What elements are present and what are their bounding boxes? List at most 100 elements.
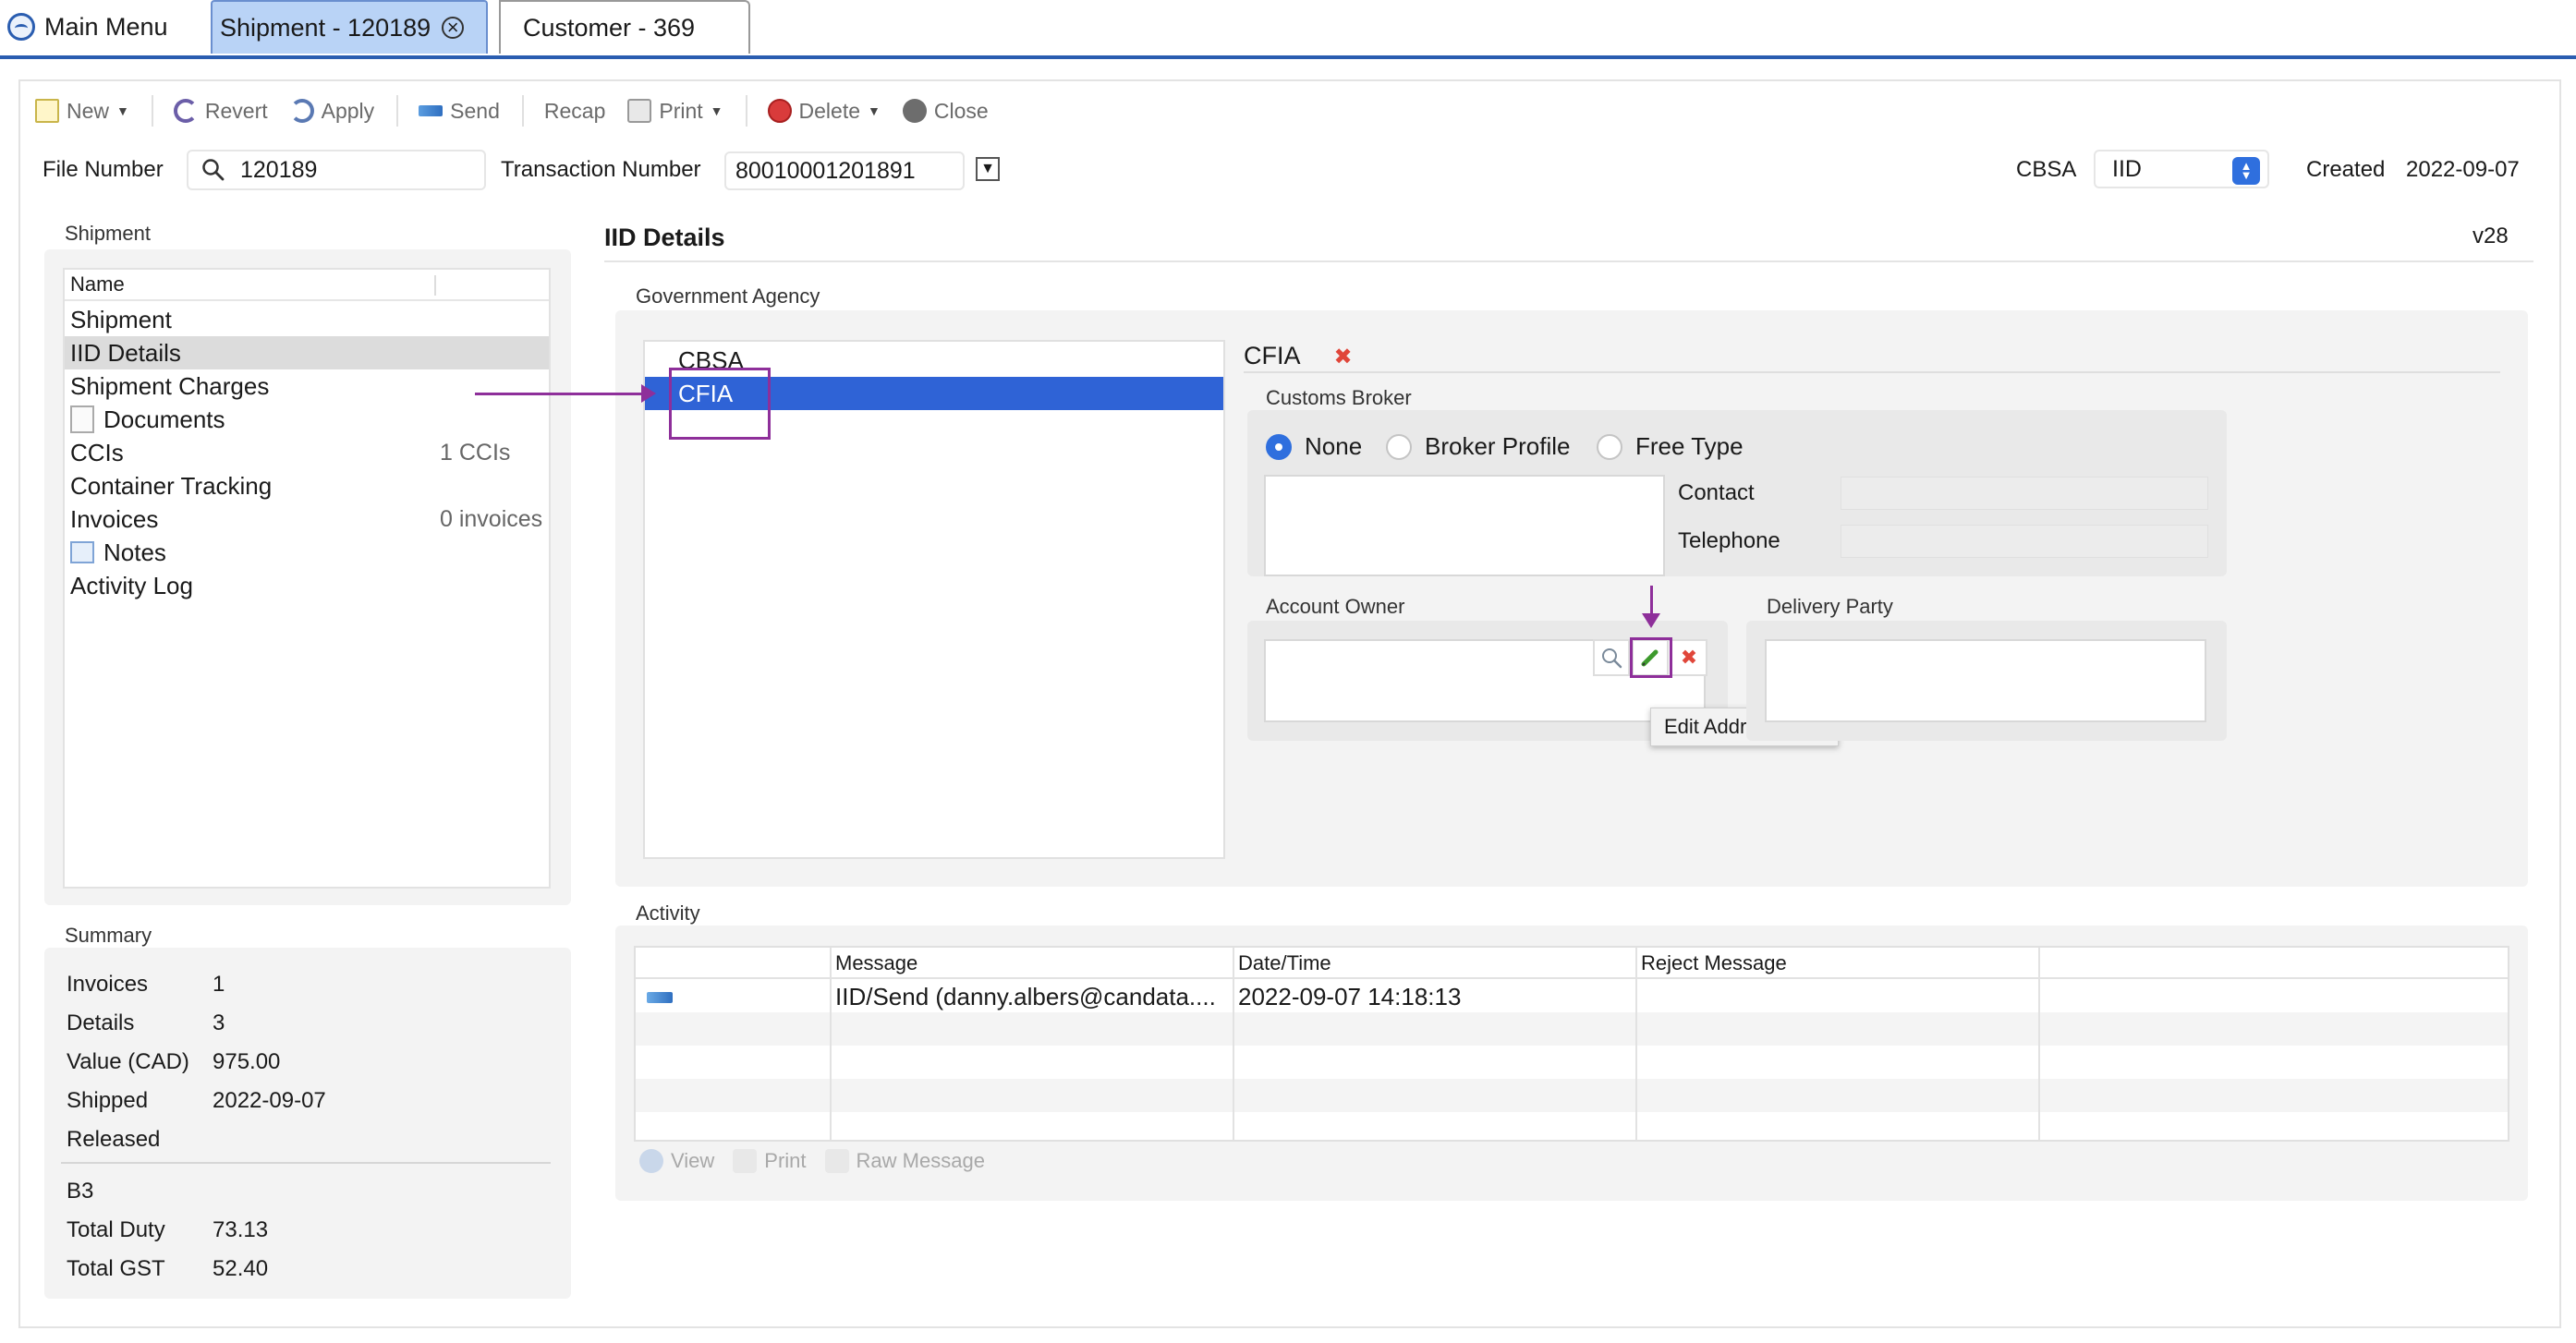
column-divider — [1635, 948, 1637, 1140]
column-divider — [2038, 948, 2040, 1140]
radio-unselected-icon — [1386, 433, 1412, 460]
table-header-cell: Reject Message — [1641, 951, 1787, 974]
apply-button[interactable]: Apply — [289, 98, 375, 124]
summary-row: Total Duty 73.13 — [67, 1217, 268, 1243]
file-number-label: File Number — [43, 157, 164, 182]
nav-item-iid-details[interactable]: IID Details — [65, 336, 549, 369]
radio-selected-icon — [1266, 433, 1292, 460]
print-activity-button[interactable]: Print — [733, 1149, 807, 1173]
send-button[interactable]: Send — [419, 99, 500, 124]
recap-button[interactable]: Recap — [544, 99, 605, 124]
close-button-label: Close — [933, 98, 989, 123]
new-button[interactable]: New ▼ — [35, 99, 129, 124]
shipment-section-title: Shipment — [65, 222, 151, 245]
radio-label: Free Type — [1635, 432, 1744, 460]
summary-row: Total GST 52.40 — [67, 1256, 268, 1282]
remove-agency-icon[interactable]: ✖ — [1334, 345, 1353, 369]
view-button[interactable]: View — [639, 1149, 714, 1173]
summary-value: 52.40 — [213, 1256, 269, 1281]
tab-shipment-label: Shipment - 120189 — [220, 13, 431, 42]
clear-address-icon[interactable]: ✖ — [1671, 639, 1707, 676]
nav-item-invoices[interactable]: Invoices 0 invoices — [65, 502, 549, 536]
nav-item-shipment-charges[interactable]: Shipment Charges — [65, 369, 549, 403]
tab-main-menu-label: Main Menu — [44, 12, 168, 41]
printer-icon — [733, 1149, 758, 1173]
print-button[interactable]: Print ▼ — [627, 99, 723, 124]
send-button-label: Send — [450, 98, 500, 123]
radio-unselected-icon — [1597, 433, 1622, 460]
delivery-party-address-box[interactable] — [1765, 639, 2206, 722]
created-value: 2022-09-07 — [2406, 157, 2520, 182]
created-label: Created — [2306, 157, 2386, 182]
summary-divider — [61, 1162, 551, 1164]
nav-item-notes[interactable]: Notes — [65, 536, 549, 569]
broker-address-box[interactable] — [1264, 475, 1665, 576]
info-icon — [639, 1149, 663, 1173]
tab-customer[interactable]: Customer - 369 — [499, 0, 750, 54]
tab-main-menu[interactable]: Main Menu — [0, 0, 205, 54]
column-divider — [434, 275, 436, 296]
nav-item-label: CCIs — [70, 438, 124, 466]
broker-radio-free-type[interactable]: Free Type — [1597, 432, 1744, 461]
summary-label: B3 — [67, 1179, 94, 1204]
nav-item-count: 1 CCIs — [440, 439, 511, 466]
chevron-down-icon[interactable]: ▼ — [711, 103, 723, 118]
tab-bar: Main Menu Shipment - 120189 × Customer -… — [0, 0, 2576, 59]
summary-label: Details — [67, 1010, 135, 1035]
close-tab-icon[interactable]: × — [442, 17, 465, 39]
file-number-field[interactable]: 120189 — [187, 150, 486, 190]
delivery-party-title: Delivery Party — [1767, 595, 1893, 618]
app-logo-icon — [7, 13, 35, 41]
table-row — [636, 1046, 2508, 1079]
nav-item-activity-log[interactable]: Activity Log — [65, 569, 549, 602]
nav-column-name: Name — [70, 272, 125, 296]
table-header-cell: Message — [835, 951, 918, 974]
column-divider — [830, 948, 832, 1140]
account-owner-title: Account Owner — [1266, 595, 1405, 618]
table-row — [636, 1012, 2508, 1046]
agency-select[interactable]: IID ▲ ▼ — [2094, 150, 2269, 188]
nav-item-shipment[interactable]: Shipment — [65, 303, 549, 336]
revert-button[interactable]: Revert — [173, 99, 268, 124]
summary-row: Released — [67, 1127, 160, 1153]
transaction-number-field[interactable]: 80010001201891 — [724, 151, 965, 190]
apply-icon — [289, 99, 314, 123]
document-icon — [70, 405, 94, 433]
nav-item-container-tracking[interactable]: Container Tracking — [65, 469, 549, 502]
tab-shipment[interactable]: Shipment - 120189 × — [211, 0, 488, 54]
summary-row: Shipped 2022-09-07 — [67, 1088, 326, 1114]
toolbar-divider — [521, 95, 524, 127]
cfia-divider — [1244, 371, 2500, 373]
table-header-cell: Date/Time — [1238, 951, 1331, 974]
raw-message-button[interactable]: Raw Message — [824, 1149, 985, 1173]
broker-radio-profile[interactable]: Broker Profile — [1386, 432, 1571, 461]
close-button[interactable]: Close — [902, 98, 989, 124]
radio-label: None — [1305, 432, 1363, 460]
nav-item-documents[interactable]: Documents — [65, 403, 549, 436]
chevron-down-icon[interactable]: ▼ — [868, 103, 881, 118]
nav-item-label: Invoices — [70, 504, 159, 533]
summary-label: Invoices — [67, 972, 149, 997]
summary-value: 3 — [213, 1010, 225, 1035]
nav-item-count: 0 invoices — [440, 505, 543, 532]
summary-value: 975.00 — [213, 1049, 281, 1074]
delete-button[interactable]: Delete ▼ — [767, 99, 881, 124]
table-row — [636, 1112, 2508, 1145]
print-button-label: Print — [659, 98, 703, 123]
apply-button-label: Apply — [321, 98, 375, 123]
activity-title: Activity — [636, 901, 700, 925]
annotation-arrow-head — [1642, 613, 1660, 628]
broker-radio-none[interactable]: None — [1266, 432, 1362, 461]
summary-label: Value (CAD) — [67, 1049, 189, 1074]
transaction-dropdown-chevron-icon[interactable]: ▼ — [976, 157, 1000, 181]
activity-datetime: 2022-09-07 14:18:13 — [1238, 983, 1462, 1010]
gov-agency-title: Government Agency — [636, 284, 820, 308]
telephone-field[interactable] — [1841, 525, 2208, 558]
send-arrow-icon — [647, 992, 673, 1003]
contact-label: Contact — [1678, 480, 1755, 505]
chevron-down-icon[interactable]: ▼ — [116, 103, 129, 118]
printer-icon — [627, 99, 652, 123]
contact-field[interactable] — [1841, 477, 2208, 510]
nav-item-ccis[interactable]: CCIs 1 CCIs — [65, 436, 549, 469]
search-address-button[interactable] — [1593, 639, 1630, 676]
